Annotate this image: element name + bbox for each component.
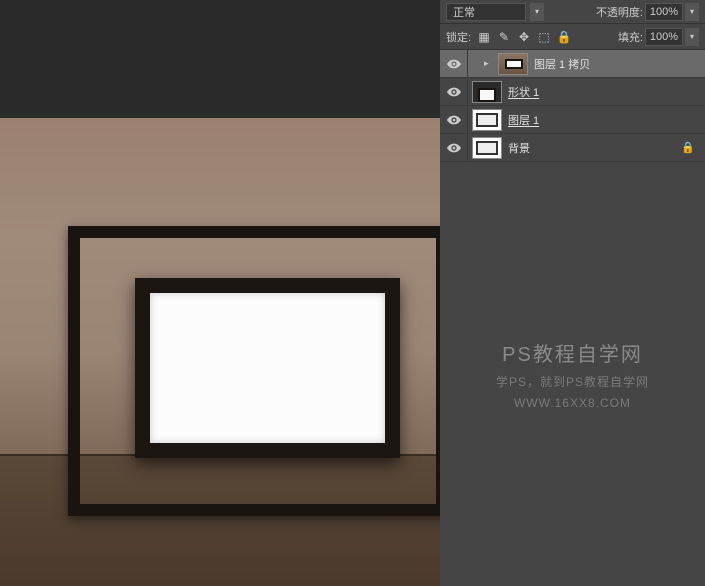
lock-indicator-icon: 🔒 xyxy=(681,141,695,154)
lock-brush-icon[interactable]: ✎ xyxy=(497,30,511,44)
eye-icon xyxy=(447,59,461,69)
layer-row[interactable]: 图层 1 xyxy=(440,106,705,134)
lock-row: 锁定: ▦ ✎ ✥ ⬚ 🔒 填充: 100% ▾ xyxy=(440,24,705,50)
layer-row[interactable]: 形状 1 xyxy=(440,78,705,106)
opacity-label: 不透明度: xyxy=(596,4,643,20)
watermark-title: PS教程自学网 xyxy=(502,338,643,367)
layer-content: 背景 🔒 xyxy=(468,137,705,159)
inner-frame xyxy=(135,278,400,458)
visibility-toggle[interactable] xyxy=(440,134,468,162)
layer-content: ▸ 图层 1 拷贝 xyxy=(468,53,705,75)
layer-content: 形状 1 xyxy=(468,81,705,103)
blend-mode-dropdown[interactable]: 正常 xyxy=(446,3,526,21)
watermark-url: WWW.16XX8.COM xyxy=(514,396,631,410)
lock-all-icon[interactable]: 🔒 xyxy=(557,30,571,44)
blend-mode-dropdown-arrow[interactable]: ▾ xyxy=(530,3,544,21)
layer-name-label[interactable]: 形状 1 xyxy=(508,84,539,100)
fill-group: 填充: 100% ▾ xyxy=(618,28,699,46)
opacity-input[interactable]: 100% xyxy=(645,3,683,21)
layer-thumbnail[interactable] xyxy=(472,81,502,103)
fill-dropdown-arrow[interactable]: ▾ xyxy=(685,28,699,46)
opacity-dropdown-arrow[interactable]: ▾ xyxy=(685,3,699,21)
visibility-toggle[interactable] xyxy=(440,78,468,106)
layer-name-label[interactable]: 图层 1 xyxy=(508,112,539,128)
watermark: PS教程自学网 学PS，就到PS教程自学网 WWW.16XX8.COM xyxy=(440,162,705,586)
eye-icon xyxy=(447,143,461,153)
visibility-toggle[interactable] xyxy=(440,106,468,134)
blend-mode-value: 正常 xyxy=(453,4,475,20)
layer-row[interactable]: 背景 🔒 xyxy=(440,134,705,162)
eye-icon xyxy=(447,87,461,97)
lock-transparency-icon[interactable]: ▦ xyxy=(477,30,491,44)
layers-panel: 正常 ▾ 不透明度: 100% ▾ 锁定: ▦ ✎ ✥ ⬚ 🔒 填充: 100%… xyxy=(440,0,705,586)
fill-label: 填充: xyxy=(618,29,643,45)
panel-header-row: 正常 ▾ 不透明度: 100% ▾ xyxy=(440,0,705,24)
layers-list: ▸ 图层 1 拷贝 形状 1 图层 1 xyxy=(440,50,705,162)
layer-name-label[interactable]: 图层 1 拷贝 xyxy=(534,56,590,72)
fill-input[interactable]: 100% xyxy=(645,28,683,46)
canvas-image xyxy=(0,118,440,586)
lock-label: 锁定: xyxy=(446,29,471,45)
layer-row[interactable]: ▸ 图层 1 拷贝 xyxy=(440,50,705,78)
lock-artboard-icon[interactable]: ⬚ xyxy=(537,30,551,44)
opacity-group: 不透明度: 100% ▾ xyxy=(596,3,699,21)
watermark-subtitle: 学PS，就到PS教程自学网 xyxy=(496,373,649,390)
layer-name-label[interactable]: 背景 xyxy=(508,140,530,156)
layer-content: 图层 1 xyxy=(468,109,705,131)
visibility-toggle[interactable] xyxy=(440,50,468,78)
lock-icons-group: ▦ ✎ ✥ ⬚ 🔒 xyxy=(477,30,571,44)
expand-arrow-icon[interactable]: ▸ xyxy=(484,58,492,69)
layer-thumbnail[interactable] xyxy=(472,109,502,131)
layer-thumbnail[interactable] xyxy=(472,137,502,159)
eye-icon xyxy=(447,115,461,125)
layer-thumbnail[interactable] xyxy=(498,53,528,75)
canvas-area[interactable] xyxy=(0,0,440,586)
lock-move-icon[interactable]: ✥ xyxy=(517,30,531,44)
